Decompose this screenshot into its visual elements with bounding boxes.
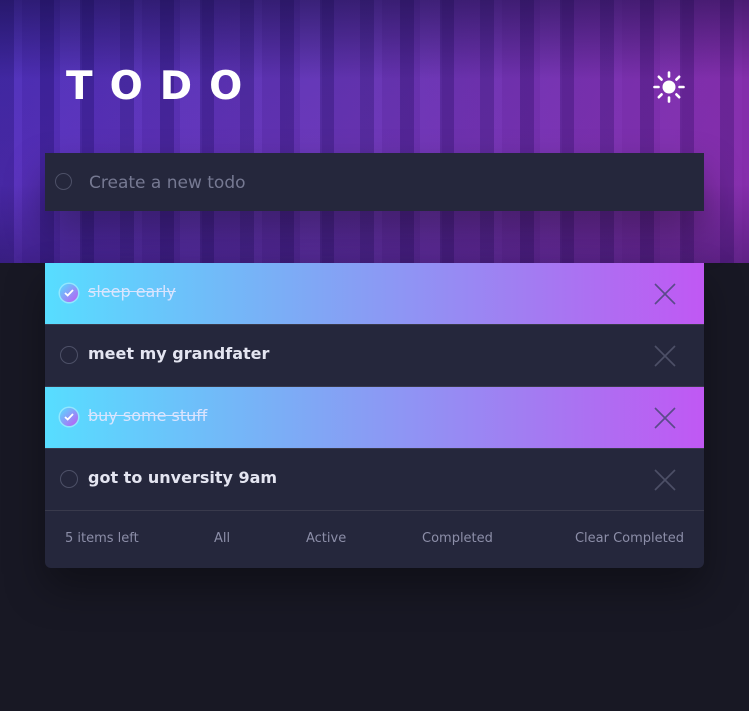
todo-item: sleep early <box>45 263 704 325</box>
delete-todo-button[interactable] <box>653 468 677 492</box>
delete-todo-button[interactable] <box>653 406 677 430</box>
app-title: TODO <box>66 64 260 109</box>
sun-icon <box>653 71 685 103</box>
todo-text: sleep early <box>88 282 176 301</box>
todo-footer: 5 items left All Active Completed Clear … <box>45 512 704 568</box>
new-todo-input[interactable] <box>87 167 691 199</box>
todo-checkbox[interactable] <box>60 470 78 488</box>
todo-checkbox[interactable] <box>60 408 78 426</box>
todo-checkbox[interactable] <box>60 346 78 364</box>
close-icon <box>654 345 676 367</box>
todo-text: got to unversity 9am <box>88 468 278 487</box>
todo-text: meet my grandfater <box>88 344 270 363</box>
header-background-image <box>0 0 749 263</box>
check-icon <box>64 413 74 421</box>
todo-item: buy some stuff <box>45 387 704 449</box>
new-todo-circle-icon <box>55 173 72 190</box>
todo-text: buy some stuff <box>88 406 208 425</box>
clear-completed-button[interactable]: Clear Completed <box>575 531 684 546</box>
items-left-count: 5 items left <box>65 531 139 546</box>
close-icon <box>654 407 676 429</box>
todo-list: sleep early meet my grandfater buy some … <box>45 263 704 568</box>
check-icon <box>64 289 74 297</box>
filter-all-button[interactable]: All <box>214 531 230 546</box>
theme-toggle-button[interactable] <box>652 70 686 104</box>
filter-completed-button[interactable]: Completed <box>422 531 493 546</box>
delete-todo-button[interactable] <box>653 344 677 368</box>
delete-todo-button[interactable] <box>653 282 677 306</box>
todo-checkbox[interactable] <box>60 284 78 302</box>
close-icon <box>654 469 676 491</box>
todo-item: meet my grandfater <box>45 325 704 387</box>
filter-active-button[interactable]: Active <box>306 531 346 546</box>
todo-item: got to unversity 9am <box>45 449 704 511</box>
close-icon <box>654 283 676 305</box>
new-todo-form <box>45 153 704 211</box>
header-background: TODO <box>0 0 749 263</box>
